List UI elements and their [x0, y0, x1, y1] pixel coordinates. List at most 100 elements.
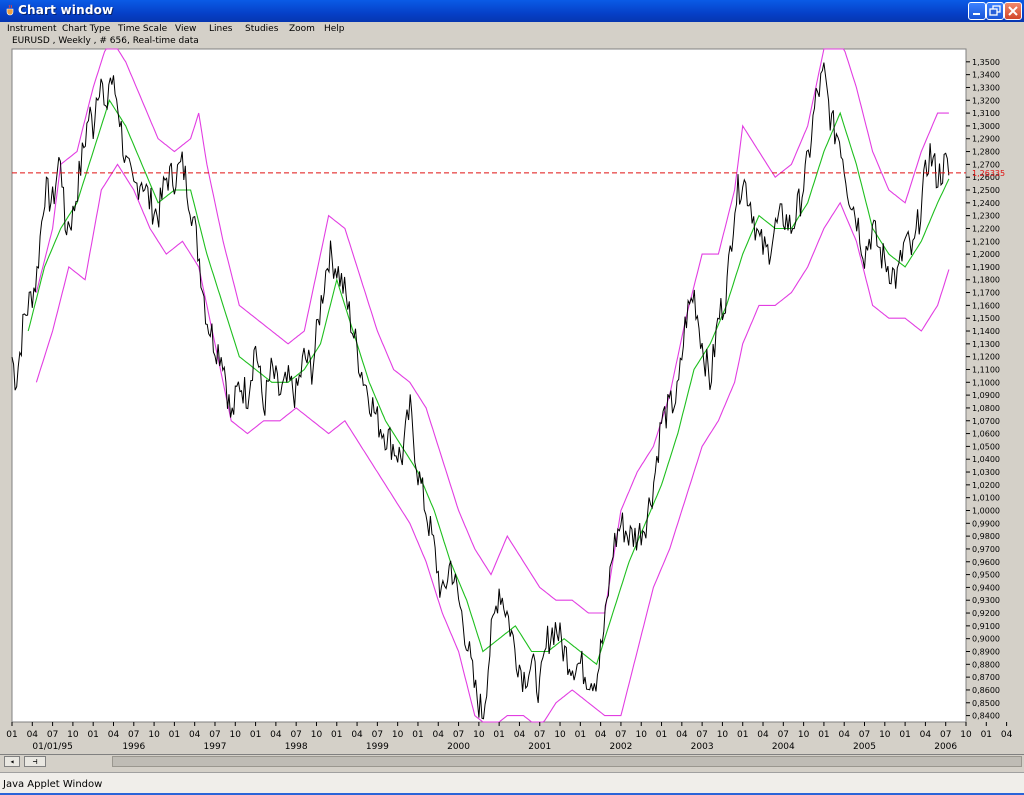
price-chart[interactable]: 1,3500 1,3400 1,3300 1,3200 1,3100 1,3000 1,29…	[0, 46, 1024, 752]
status-bar: Java Applet Window	[0, 772, 1024, 794]
y-tick-label: 1,2400	[972, 199, 1000, 208]
x-month-label: 10	[311, 730, 323, 740]
x-month-label: 07	[534, 730, 545, 740]
y-tick-label: 1,0100	[972, 494, 1000, 503]
x-month-label: 04	[108, 730, 120, 740]
y-tick-label: 1,0000	[972, 506, 1000, 515]
y-tick-label: 1,2800	[972, 148, 1000, 157]
y-tick-label: 1,3400	[972, 71, 1000, 80]
x-month-label: 01	[818, 730, 829, 740]
y-tick-label: 1,0400	[972, 455, 1000, 464]
y-tick-label: 0,9500	[972, 571, 1000, 580]
y-tick-label: 1,1400	[972, 327, 1000, 336]
x-month-label: 10	[636, 730, 648, 740]
x-month-label: 04	[514, 730, 526, 740]
menu-time-scale[interactable]: Time Scale	[118, 24, 167, 34]
menu-instrument[interactable]: Instrument	[7, 24, 57, 34]
x-month-label: 01	[656, 730, 667, 740]
y-tick-label: 1,0500	[972, 442, 1000, 451]
y-tick-label: 1,2900	[972, 135, 1000, 144]
x-month-label: 10	[879, 730, 891, 740]
y-tick-label: 0,8600	[972, 686, 1000, 695]
x-axis: 01 04 07 10 01 04 07 10 01 04 07 10 01 04 07 10 01 04 07 10…	[6, 722, 1013, 752]
y-tick-label: 1,1000	[972, 378, 1000, 387]
x-month-label: 07	[372, 730, 383, 740]
x-year-label: 2003	[691, 742, 714, 752]
y-tick-label: 1,1700	[972, 289, 1000, 298]
menu-chart-type[interactable]: Chart Type	[62, 24, 110, 34]
y-tick-label: 0,9400	[972, 583, 1000, 592]
y-tick-label: 1,0800	[972, 404, 1000, 413]
x-month-label: 07	[940, 730, 951, 740]
y-tick-label: 0,9900	[972, 519, 1000, 528]
window-title: Chart window	[18, 3, 114, 17]
y-tick-label: 1,1300	[972, 340, 1000, 349]
x-month-label: 04	[676, 730, 688, 740]
y-tick-label: 0,8700	[972, 673, 1000, 682]
y-tick-label: 0,9100	[972, 622, 1000, 631]
y-tick-label: 0,9300	[972, 596, 1000, 605]
y-tick-label: 0,9800	[972, 532, 1000, 541]
y-tick-label: 0,8800	[972, 660, 1000, 669]
x-month-label: 01	[737, 730, 748, 740]
y-tick-label: 1,3300	[972, 83, 1000, 92]
x-month-label: 10	[67, 730, 79, 740]
menu-zoom[interactable]: Zoom	[289, 24, 315, 34]
y-axis: 1,3500 1,3400 1,3300 1,3200 1,3100 1,3000 1,29…	[966, 58, 1005, 721]
x-year-label: 2001	[528, 742, 551, 752]
restore-icon	[989, 5, 1001, 16]
x-month-label: 01	[899, 730, 910, 740]
y-tick-label: 1,2500	[972, 186, 1000, 195]
java-cup-icon	[6, 4, 14, 16]
y-tick-label: 1,1900	[972, 263, 1000, 272]
status-text: Java Applet Window	[3, 779, 103, 790]
menu-studies[interactable]: Studies	[245, 24, 278, 34]
y-tick-label: 1,0900	[972, 391, 1000, 400]
y-tick-label: 1,1600	[972, 301, 1000, 310]
menu-lines[interactable]: Lines	[209, 24, 232, 34]
scroll-home-button[interactable]: ⊣	[24, 756, 46, 767]
x-month-label: 10	[392, 730, 404, 740]
x-month-label: 07	[128, 730, 139, 740]
scroll-track[interactable]	[112, 756, 1022, 767]
x-month-label: 10	[473, 730, 485, 740]
x-month-label: 04	[595, 730, 607, 740]
x-month-label: 04	[351, 730, 363, 740]
x-month-label: 07	[615, 730, 626, 740]
x-month-label: 01	[6, 730, 17, 740]
scroll-left-button[interactable]: ◂	[4, 756, 20, 767]
y-tick-label: 1,1200	[972, 353, 1000, 362]
x-month-label: 04	[433, 730, 445, 740]
plot-area	[11, 48, 967, 723]
restore-button[interactable]	[986, 2, 1004, 20]
x-month-label: 01	[412, 730, 423, 740]
minimize-button[interactable]	[968, 2, 986, 20]
y-tick-label: 0,9200	[972, 609, 1000, 618]
close-button[interactable]	[1004, 2, 1022, 20]
x-year-label: 2004	[772, 742, 795, 752]
y-tick-label: 1,3000	[972, 122, 1000, 131]
y-tick-label: 1,3100	[972, 109, 1000, 118]
x-month-label: 10	[798, 730, 810, 740]
window-titlebar[interactable]: Chart window	[0, 0, 1024, 22]
x-year-label: 1997	[204, 742, 227, 752]
chart-subtitle: EURUSD , Weekly , # 656, Real-time data	[12, 36, 199, 46]
y-tick-label: 1,2200	[972, 224, 1000, 233]
y-tick-label: 1,2100	[972, 237, 1000, 246]
y-tick-label: 1,1800	[972, 276, 1000, 285]
menu-bar: Instrument Chart Type Time Scale View Li…	[0, 22, 1024, 36]
horizontal-scrollbar[interactable]: ◂ ⊣	[0, 754, 1024, 769]
x-month-label: 04	[1001, 730, 1013, 740]
x-month-label: 10	[717, 730, 729, 740]
y-tick-label: 0,8900	[972, 647, 1000, 656]
menu-view[interactable]: View	[175, 24, 196, 34]
x-month-label: 07	[209, 730, 220, 740]
x-month-label: 07	[290, 730, 301, 740]
x-month-label: 04	[838, 730, 850, 740]
x-month-label: 07	[778, 730, 789, 740]
x-month-label: 10	[960, 730, 972, 740]
x-year-label: 2005	[853, 742, 876, 752]
menu-help[interactable]: Help	[324, 24, 345, 34]
x-year-label: 1996	[122, 742, 145, 752]
y-tick-label: 1,3200	[972, 96, 1000, 105]
